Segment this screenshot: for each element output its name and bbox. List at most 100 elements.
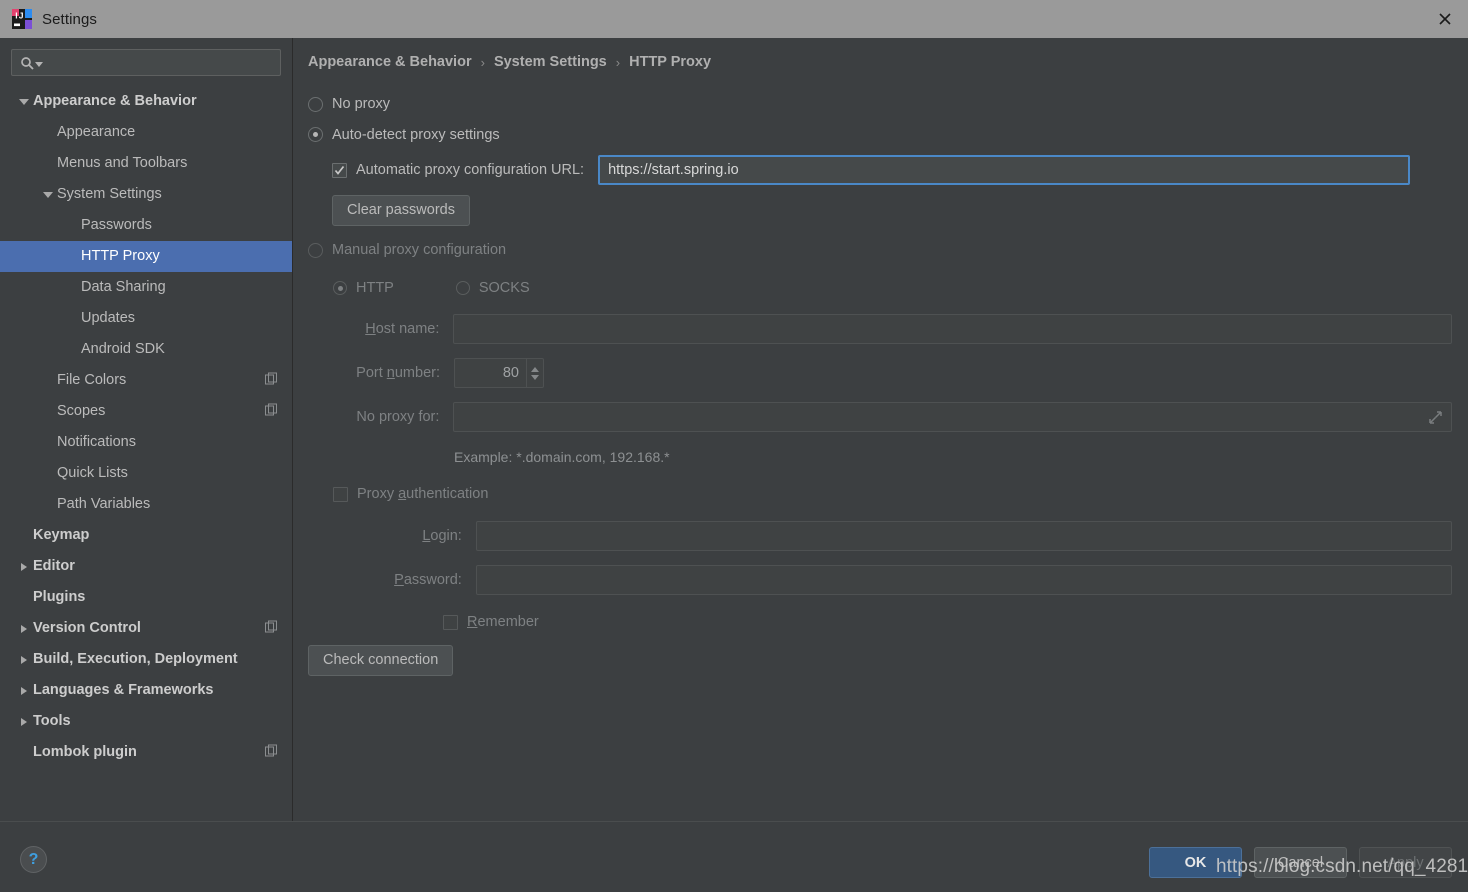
sidebar-item-label: Notifications <box>57 434 136 451</box>
check-connection-row: Check connection <box>308 642 1452 678</box>
sidebar-item-appearance[interactable]: Appearance <box>0 117 292 148</box>
host-name-row: Host name: <box>308 307 1452 351</box>
cancel-button[interactable]: Cancel <box>1254 847 1347 878</box>
close-icon[interactable] <box>1422 0 1468 38</box>
auto-detect-label: Auto-detect proxy settings <box>332 126 500 143</box>
breadcrumb-separator: › <box>615 54 621 70</box>
sidebar-item-file-colors[interactable]: File Colors <box>0 365 292 396</box>
search-icon <box>20 56 43 70</box>
sidebar-item-path-variables[interactable]: Path Variables <box>0 489 292 520</box>
chevron-right-glyph <box>20 562 27 571</box>
host-name-input[interactable] <box>453 314 1452 344</box>
proxy-authentication-label: Proxy authentication <box>357 486 488 502</box>
password-row: Password: <box>308 558 1452 602</box>
help-question-icon[interactable]: ? <box>20 846 47 873</box>
http-radio[interactable] <box>333 281 347 295</box>
chevron-right-icon[interactable] <box>14 624 33 633</box>
socks-radio[interactable] <box>455 281 470 295</box>
check-connection-button[interactable]: Check connection <box>308 644 454 676</box>
sidebar-item-version-control[interactable]: Version Control <box>0 613 292 644</box>
sidebar-item-android-sdk[interactable]: Android SDK <box>0 334 292 365</box>
sidebar-item-label: Version Control <box>33 620 141 637</box>
sidebar-item-plugins[interactable]: Plugins <box>0 582 292 613</box>
sidebar-item-editor[interactable]: Editor <box>0 551 292 582</box>
no-proxy-row[interactable]: No proxy <box>308 90 1452 118</box>
sidebar-item-tools[interactable]: Tools <box>0 706 292 737</box>
no-proxy-radio[interactable] <box>308 96 323 112</box>
sidebar-item-updates[interactable]: Updates <box>0 303 292 334</box>
stepper-down-icon[interactable] <box>531 374 539 380</box>
port-label-b: umber: <box>394 365 440 381</box>
chevron-right-icon[interactable] <box>14 717 33 726</box>
project-scope-icon <box>265 372 278 389</box>
sidebar-item-notifications[interactable]: Notifications <box>0 427 292 458</box>
auto-config-url-checkbox[interactable] <box>332 162 347 178</box>
port-number-row: Port number: 80 <box>308 351 1452 395</box>
manual-proxy-row[interactable]: Manual proxy configuration <box>308 231 1452 269</box>
sidebar-item-build-execution-deployment[interactable]: Build, Execution, Deployment <box>0 644 292 675</box>
remember-checkbox[interactable] <box>443 614 458 630</box>
sidebar-item-label: System Settings <box>57 186 162 203</box>
chevron-right-glyph <box>20 686 27 695</box>
breadcrumb-part[interactable]: Appearance & Behavior <box>308 54 472 70</box>
port-label-a: Port <box>356 365 387 381</box>
auto-config-url-input[interactable]: https://start.spring.io <box>598 155 1411 185</box>
password-label-post: assword: <box>403 572 462 588</box>
intellij-idea-logo-icon: I J <box>12 9 32 29</box>
sidebar-item-label: HTTP Proxy <box>81 248 160 265</box>
svg-text:I: I <box>15 11 17 21</box>
host-name-label-text: ost name: <box>375 321 440 337</box>
sidebar-item-appearance-behavior[interactable]: Appearance & Behavior <box>0 86 292 117</box>
expand-icon[interactable] <box>1428 410 1443 425</box>
sidebar-item-languages-frameworks[interactable]: Languages & Frameworks <box>0 675 292 706</box>
breadcrumb-part: HTTP Proxy <box>629 54 712 70</box>
sidebar-item-label: Lombok plugin <box>33 744 137 761</box>
sidebar-item-passwords[interactable]: Passwords <box>0 210 292 241</box>
port-number-stepper[interactable]: 80 <box>454 358 544 388</box>
search-input[interactable] <box>11 49 281 76</box>
dialog-button-group: OK Cancel Apply <box>1149 847 1452 878</box>
chevron-right-icon[interactable] <box>14 686 33 695</box>
auto-detect-radio[interactable] <box>308 127 323 142</box>
sidebar-item-label: Android SDK <box>81 341 165 358</box>
sidebar-item-data-sharing[interactable]: Data Sharing <box>0 272 292 303</box>
sidebar-item-scopes[interactable]: Scopes <box>0 396 292 427</box>
apply-button: Apply <box>1359 847 1452 878</box>
sidebar-item-label: Appearance <box>57 124 136 141</box>
remember-row: Remember <box>443 602 1452 642</box>
http-proxy-panel: Appearance & Behavior › System Settings › HT… <box>294 38 1468 821</box>
clear-passwords-button[interactable]: Clear passwords <box>332 194 470 226</box>
sidebar-item-label: Keymap <box>33 527 90 544</box>
no-proxy-for-input[interactable] <box>453 402 1452 432</box>
chevron-down-icon[interactable] <box>14 98 33 105</box>
chevron-right-icon[interactable] <box>14 562 33 571</box>
proxy-auth-a: Proxy <box>357 486 399 502</box>
port-label-mn: n <box>386 365 395 381</box>
no-proxy-for-label: No proxy for: <box>356 409 440 425</box>
port-stepper-arrows[interactable] <box>526 359 543 387</box>
project-scope-icon <box>265 403 278 420</box>
sidebar-item-menus-and-toolbars[interactable]: Menus and Toolbars <box>0 148 292 179</box>
sidebar-item-keymap[interactable]: Keymap <box>0 520 292 551</box>
login-input[interactable] <box>475 521 1452 551</box>
proxy-auth-mn: a <box>398 486 407 502</box>
password-input[interactable] <box>475 565 1452 595</box>
sidebar-item-label: Data Sharing <box>81 279 166 296</box>
chevron-right-glyph <box>20 655 27 664</box>
sidebar-item-quick-lists[interactable]: Quick Lists <box>0 458 292 489</box>
auto-detect-row[interactable]: Auto-detect proxy settings <box>308 118 1452 151</box>
breadcrumb-part[interactable]: System Settings <box>494 54 607 70</box>
chevron-down-icon[interactable] <box>38 191 57 198</box>
chevron-right-icon[interactable] <box>14 655 33 664</box>
example-hint-row: Example: *.domain.com, 192.168.* <box>454 439 1452 474</box>
sidebar-item-label: Path Variables <box>57 496 151 513</box>
sidebar-item-label: Languages & Frameworks <box>33 682 214 699</box>
sidebar-item-lombok-plugin[interactable]: Lombok plugin <box>0 737 292 768</box>
sidebar-item-http-proxy[interactable]: HTTP Proxy <box>0 241 292 272</box>
login-label: Login: <box>353 528 462 544</box>
stepper-up-icon[interactable] <box>531 366 539 372</box>
proxy-authentication-checkbox[interactable] <box>333 486 348 502</box>
sidebar-item-system-settings[interactable]: System Settings <box>0 179 292 210</box>
manual-proxy-radio[interactable] <box>308 242 323 258</box>
ok-button[interactable]: OK <box>1149 847 1242 878</box>
